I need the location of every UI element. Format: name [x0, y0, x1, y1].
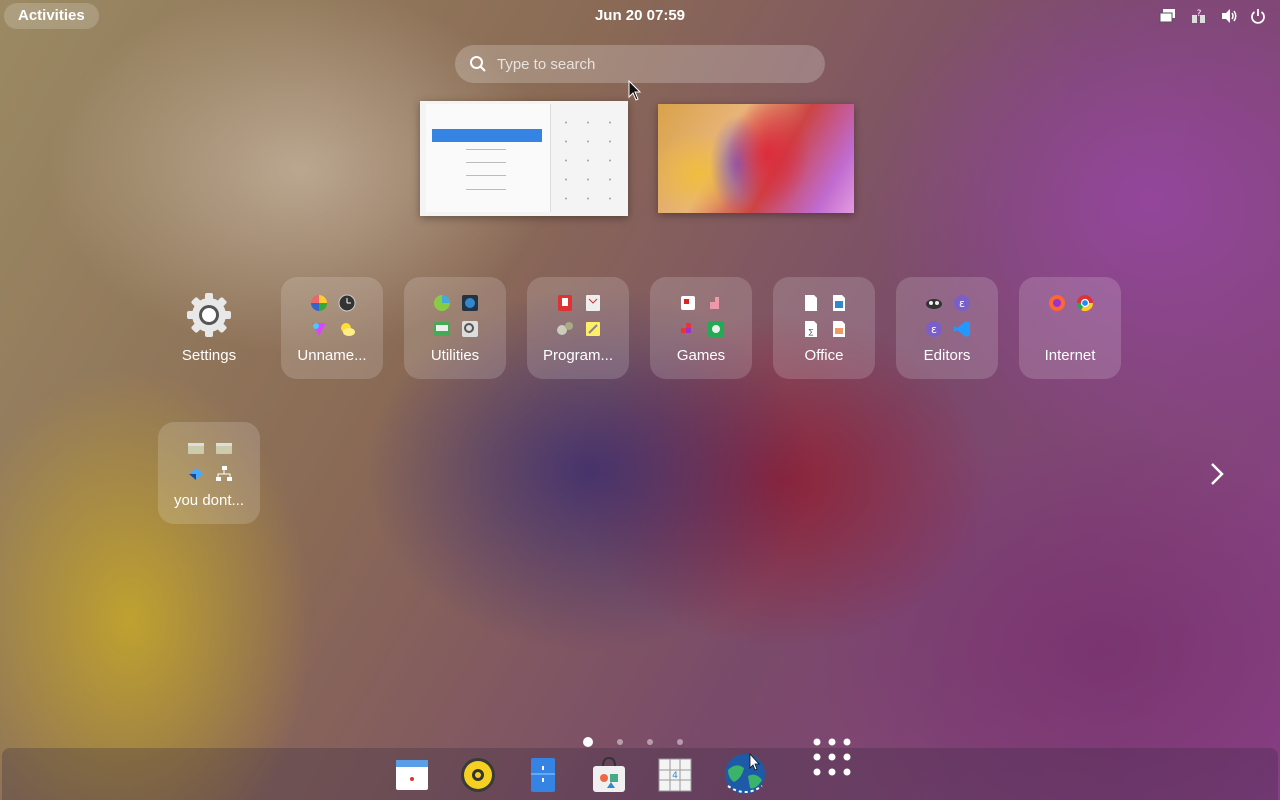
emacs2-icon: ε	[926, 321, 942, 337]
mouse-pointer-icon	[628, 80, 642, 101]
gears-icon	[557, 322, 573, 335]
folder2-icon	[216, 443, 232, 454]
vm-icon	[189, 468, 203, 480]
app-label: Internet	[1044, 347, 1096, 364]
shapes-icon	[312, 323, 326, 336]
app-label: Office	[804, 347, 844, 364]
cards-icon	[681, 296, 695, 310]
dock	[2, 748, 1278, 800]
page-indicator	[583, 737, 683, 747]
folder-editors[interactable]: ε ε Editors	[896, 277, 998, 379]
color-icon	[311, 295, 327, 311]
vscode-icon	[954, 321, 970, 337]
folder-internet[interactable]: Internet	[1019, 277, 1121, 379]
inspect-icon	[462, 321, 478, 337]
svg-text:?: ?	[1197, 9, 1202, 19]
gear-icon	[187, 293, 231, 337]
clock: Jun 20 07:59	[0, 0, 1280, 32]
doc-icon	[805, 295, 817, 311]
app-label: Utilities	[430, 347, 480, 364]
app-label: Games	[676, 347, 726, 364]
search-bar[interactable]	[455, 45, 825, 83]
calendar-icon[interactable]	[390, 754, 434, 796]
folder-icon	[188, 443, 204, 454]
svg-text:∑: ∑	[809, 328, 814, 336]
top-bar: Activities Jun 20 07:59 ?	[0, 0, 1280, 32]
app-settings[interactable]: Settings	[158, 277, 260, 379]
app-label: Program...	[542, 347, 614, 364]
power-icon[interactable]	[1248, 6, 1268, 26]
disk-usage-icon	[434, 295, 450, 311]
writer-icon	[833, 295, 845, 311]
puzzle-icon	[710, 297, 719, 309]
folder-you-dont[interactable]: you dont...	[158, 422, 260, 524]
draw-icon	[833, 321, 845, 337]
devhelp-icon	[586, 295, 600, 311]
clock-label[interactable]: Jun 20 07:59	[595, 7, 685, 24]
network-icon[interactable]: ?	[1186, 6, 1212, 26]
svg-text:4: 4	[672, 771, 678, 781]
folder-utilities[interactable]: Utilities	[404, 277, 506, 379]
globe-icon[interactable]	[722, 752, 768, 796]
chrome-icon	[1076, 295, 1094, 312]
weather-icon	[341, 323, 355, 336]
emacs-icon: ε	[954, 295, 970, 311]
folder-programming[interactable]: Program...	[527, 277, 629, 379]
software-store-icon[interactable]	[587, 754, 631, 796]
app-label: Settings	[181, 347, 237, 364]
volume-icon[interactable]	[1220, 6, 1240, 26]
tetris-icon	[681, 323, 691, 333]
clock-icon	[338, 294, 356, 312]
folder-games[interactable]: Games	[650, 277, 752, 379]
rhythmbox-icon[interactable]	[456, 754, 500, 796]
search-input[interactable]	[495, 54, 799, 74]
svg-text:ε: ε	[959, 297, 965, 310]
window-preview-calendar	[555, 113, 621, 209]
mines-icon	[708, 321, 724, 337]
network-tree-icon	[216, 466, 232, 481]
math-icon: ∑	[805, 321, 817, 337]
page-dot-3[interactable]	[647, 739, 653, 745]
workspace-thumbnail-2[interactable]	[658, 104, 854, 213]
sudoku-icon[interactable]: 4	[653, 754, 697, 796]
activities-button[interactable]: Activities	[4, 3, 99, 29]
notes-icon	[586, 322, 600, 336]
search-icon	[470, 56, 486, 72]
svg-text:ε: ε	[931, 323, 937, 336]
terminal-icon	[434, 322, 450, 336]
app-label: Editors	[923, 347, 971, 364]
system-tray[interactable]: ?	[1158, 6, 1268, 26]
vim-icon	[926, 299, 942, 309]
folder-unnamed[interactable]: Unname...	[281, 277, 383, 379]
app-label: you dont...	[173, 492, 245, 509]
folder-office[interactable]: ∑ Office	[773, 277, 875, 379]
show-apps-icon[interactable]	[810, 736, 854, 780]
page-dot-2[interactable]	[617, 739, 623, 745]
window-preview-selection	[432, 129, 542, 142]
workspace-thumbnail-1[interactable]	[420, 101, 628, 216]
ruby-icon	[558, 295, 572, 311]
firefox-icon	[1049, 295, 1065, 311]
files-icon[interactable]	[521, 754, 565, 796]
window-preview[interactable]	[426, 104, 551, 212]
page-dot-1[interactable]	[583, 737, 593, 747]
chevron-right-icon[interactable]	[1204, 460, 1230, 488]
page-dot-4[interactable]	[677, 739, 683, 745]
app-label: Unname...	[297, 347, 367, 364]
screenshot-icon	[462, 295, 478, 311]
screen-share-icon[interactable]	[1158, 6, 1178, 26]
